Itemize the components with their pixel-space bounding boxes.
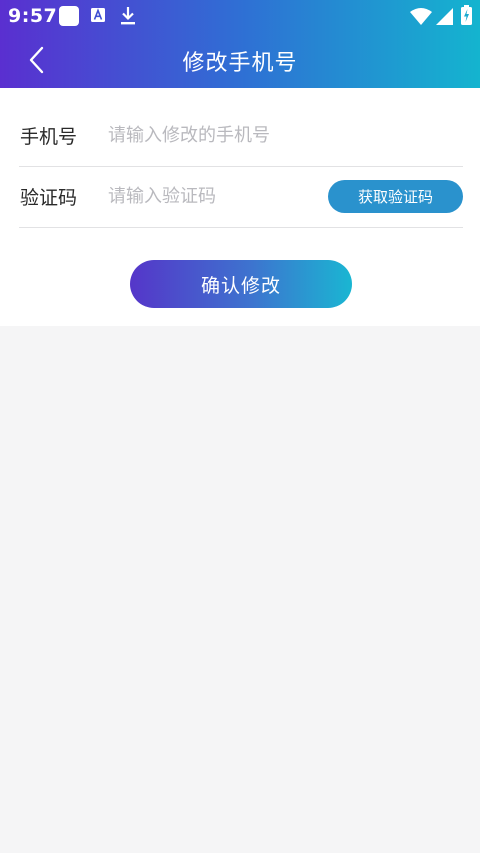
confirm-button[interactable]: 确认修改 (130, 260, 352, 308)
get-code-button[interactable]: 获取验证码 (328, 180, 463, 213)
phone-label: 手机号 (20, 126, 78, 148)
phone-input[interactable] (108, 118, 448, 152)
page-title: 修改手机号 (182, 51, 298, 76)
code-row: 验证码 获取验证码 (19, 166, 463, 228)
phone-row: 手机号 (19, 105, 463, 167)
download-icon (120, 6, 136, 30)
code-input[interactable] (108, 179, 318, 213)
battery-charging-icon (461, 5, 472, 29)
code-label: 验证码 (20, 187, 78, 209)
form-card: 手机号 验证码 获取验证码 确认修改 (0, 88, 480, 326)
status-bar: 9:57 (0, 0, 480, 32)
status-time: 9:57 (8, 5, 58, 27)
nav-bar: 修改手机号 (0, 32, 480, 88)
signal-icon (436, 8, 453, 29)
notification-square-icon (59, 6, 79, 30)
text-a-icon (91, 8, 105, 28)
wifi-icon (410, 8, 432, 29)
app-header: 9:57 修改手机号 (0, 0, 480, 88)
